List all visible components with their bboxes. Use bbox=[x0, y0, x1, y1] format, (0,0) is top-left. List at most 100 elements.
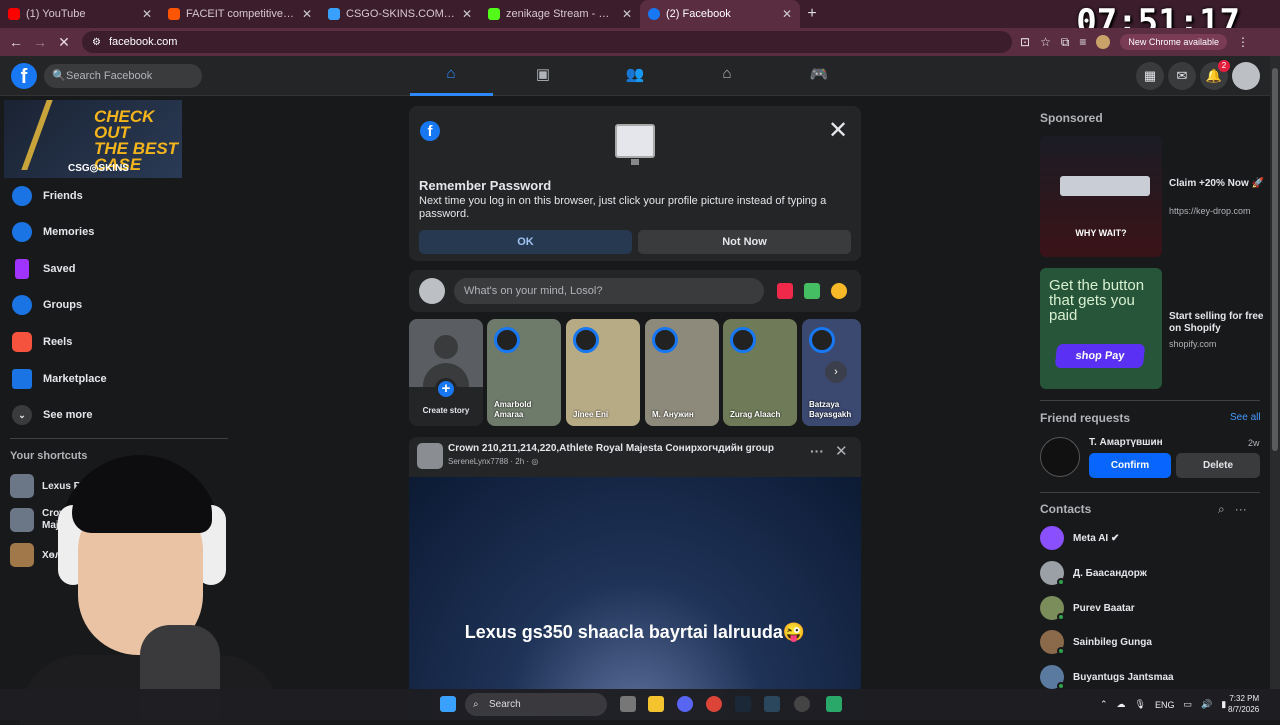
not-now-button[interactable]: Not Now bbox=[638, 230, 851, 254]
steam-icon[interactable] bbox=[735, 696, 751, 712]
contacts-tools: ⌕ ··· bbox=[1218, 502, 1247, 517]
video-nav-icon[interactable]: ▣ bbox=[532, 65, 554, 87]
tab-faceit[interactable]: FACEIT competitive match - FAC✕ bbox=[160, 0, 320, 28]
friend-request-name[interactable]: Т. Амартүвшин bbox=[1089, 437, 1163, 448]
back-button[interactable]: ← bbox=[4, 34, 28, 50]
friends-nav-icon[interactable]: 👥 bbox=[624, 65, 646, 87]
tab-youtube[interactable]: (1) YouTube ✕ bbox=[0, 0, 160, 28]
microphone-icon[interactable]: 🎙 bbox=[1135, 699, 1146, 710]
new-tab-button[interactable]: + bbox=[800, 5, 824, 23]
contact-item[interactable]: Meta AI ✔ bbox=[1040, 526, 1119, 550]
avatar[interactable] bbox=[419, 278, 445, 304]
file-explorer-icon[interactable] bbox=[648, 696, 664, 712]
bookmark-star-icon[interactable]: ☆ bbox=[1040, 35, 1051, 49]
menu-grid-icon[interactable]: ▦ bbox=[1136, 62, 1164, 90]
sidebar-see-more[interactable]: ⌄ See more bbox=[12, 405, 93, 425]
create-story-card[interactable]: + Create story bbox=[409, 319, 483, 426]
chrome-icon[interactable] bbox=[706, 696, 722, 712]
contact-item[interactable]: Sainbileg Gunga bbox=[1040, 630, 1152, 655]
avatar[interactable] bbox=[1040, 437, 1080, 477]
sidebar-item-saved[interactable]: Saved bbox=[12, 259, 75, 279]
contact-item[interactable]: Buyantugs Jantsmaa bbox=[1040, 665, 1174, 690]
post-image[interactable] bbox=[409, 477, 861, 720]
taskbar-search-box[interactable]: ⌕ Search bbox=[465, 693, 607, 716]
sidebar-item-memories[interactable]: Memories bbox=[12, 222, 94, 242]
close-tab-icon[interactable]: ✕ bbox=[622, 7, 632, 21]
messenger-icon[interactable]: ✉ bbox=[1168, 62, 1196, 90]
sidebar-item-groups[interactable]: Groups bbox=[12, 295, 82, 315]
chevron-up-icon[interactable]: ⌃ bbox=[1100, 699, 1108, 710]
confirm-button[interactable]: Confirm bbox=[1089, 453, 1171, 478]
obs-icon[interactable] bbox=[794, 696, 810, 712]
search-icon[interactable]: ⌕ bbox=[1218, 502, 1225, 516]
close-tab-icon[interactable]: ✕ bbox=[462, 7, 472, 21]
sidebar-item-marketplace[interactable]: Marketplace bbox=[12, 369, 107, 389]
contact-item[interactable]: Purev Baatar bbox=[1040, 596, 1135, 621]
stop-loading-button[interactable]: ✕ bbox=[52, 34, 76, 51]
gaming-nav-icon[interactable]: 🎮 bbox=[808, 65, 830, 87]
page-scrollbar[interactable] bbox=[1270, 56, 1280, 689]
close-tab-icon[interactable]: ✕ bbox=[782, 7, 792, 21]
story-card[interactable]: Jinee Eni bbox=[566, 319, 640, 426]
tab-csgo-skins[interactable]: CSGO-SKINS.COM - The best C✕ bbox=[320, 0, 480, 28]
close-icon[interactable]: ✕ bbox=[835, 442, 848, 460]
tab-kick-stream[interactable]: zenikage Stream - Watch Live o✕ bbox=[480, 0, 640, 28]
keydrop-ad-title[interactable]: Claim +20% Now 🚀 bbox=[1169, 178, 1269, 190]
new-chrome-available-button[interactable]: New Chrome available bbox=[1120, 34, 1227, 50]
scrollbar-thumb[interactable] bbox=[1272, 68, 1278, 451]
stories-next-chevron-icon[interactable]: › bbox=[825, 361, 847, 383]
sidebar-item-reels[interactable]: Reels bbox=[12, 332, 72, 352]
volume-icon[interactable]: 🔊 bbox=[1201, 699, 1212, 710]
story-card[interactable]: M. Анужин bbox=[645, 319, 719, 426]
profile-avatar-icon[interactable] bbox=[1096, 35, 1111, 49]
contact-item[interactable]: Д. Баасандорж bbox=[1040, 561, 1147, 586]
group-avatar[interactable] bbox=[417, 443, 443, 469]
install-app-icon[interactable]: ⊡ bbox=[1020, 35, 1030, 49]
online-status-dot bbox=[1057, 578, 1065, 586]
site-info-icon[interactable]: ⚙ bbox=[92, 37, 101, 48]
ok-button[interactable]: OK bbox=[419, 230, 632, 254]
home-nav-icon[interactable]: ⌂ bbox=[440, 65, 462, 87]
more-options-icon[interactable]: ··· bbox=[1235, 502, 1247, 516]
csgo-skins-ad-banner[interactable]: CHECK OUT THE BEST CASE CSG◎SKINS bbox=[4, 100, 182, 178]
facebook-logo-icon[interactable]: f bbox=[11, 63, 37, 89]
shopify-ad-image[interactable]: Get the button that gets you paid shop P… bbox=[1040, 268, 1162, 389]
battery-icon[interactable]: ▮ bbox=[1221, 699, 1226, 710]
steam-icon-2[interactable] bbox=[764, 696, 780, 712]
app-icon[interactable] bbox=[826, 696, 842, 712]
onedrive-icon[interactable]: ☁ bbox=[1117, 699, 1126, 710]
photo-video-icon[interactable] bbox=[804, 283, 820, 299]
network-icon[interactable]: ▭ bbox=[1184, 699, 1193, 710]
see-all-link[interactable]: See all bbox=[1230, 412, 1261, 423]
post-group-title[interactable]: Crown 210,211,214,220,Athlete Royal Maje… bbox=[448, 443, 774, 454]
windows-start-icon[interactable] bbox=[440, 696, 456, 712]
post-composer: What's on your mind, Losol? bbox=[409, 270, 861, 312]
close-tab-icon[interactable]: ✕ bbox=[142, 7, 152, 21]
delete-button[interactable]: Delete bbox=[1176, 453, 1260, 478]
feeling-emoji-icon[interactable] bbox=[831, 283, 847, 299]
tab-facebook[interactable]: (2) Facebook ✕ bbox=[640, 0, 800, 28]
discord-icon[interactable] bbox=[677, 696, 693, 712]
extensions-icon[interactable]: ⧉ bbox=[1061, 35, 1070, 50]
forward-button[interactable]: → bbox=[28, 34, 52, 50]
story-card[interactable]: Zurag Alaach bbox=[723, 319, 797, 426]
close-icon[interactable]: ✕ bbox=[828, 116, 848, 145]
story-card[interactable]: Amarbold Amaraa bbox=[487, 319, 561, 426]
close-tab-icon[interactable]: ✕ bbox=[302, 7, 312, 21]
task-view-icon[interactable] bbox=[620, 696, 636, 712]
shopify-ad-title[interactable]: Start selling for free on Shopify bbox=[1169, 311, 1264, 335]
account-avatar[interactable] bbox=[1232, 62, 1260, 90]
more-options-icon[interactable]: ··· bbox=[810, 443, 824, 459]
remember-password-dialog: f ✕ Remember Password Next time you log … bbox=[409, 106, 861, 261]
reading-list-icon[interactable]: ≡ bbox=[1079, 35, 1086, 49]
facebook-search-input[interactable]: 🔍 Search Facebook bbox=[44, 64, 202, 88]
keydrop-ad-image[interactable]: WHY WAIT? bbox=[1040, 136, 1162, 257]
sidebar-item-friends[interactable]: Friends bbox=[12, 186, 83, 206]
live-video-icon[interactable] bbox=[777, 283, 793, 299]
chrome-menu-icon[interactable]: ⋮ bbox=[1237, 35, 1249, 49]
taskbar-clock[interactable]: 7:32 PM 8/7/2026 bbox=[1228, 693, 1259, 715]
address-bar[interactable]: ⚙ facebook.com bbox=[82, 31, 1012, 53]
language-indicator[interactable]: ENG bbox=[1155, 700, 1175, 710]
marketplace-nav-icon[interactable]: ⌂ bbox=[716, 65, 738, 87]
composer-input[interactable]: What's on your mind, Losol? bbox=[454, 278, 764, 304]
